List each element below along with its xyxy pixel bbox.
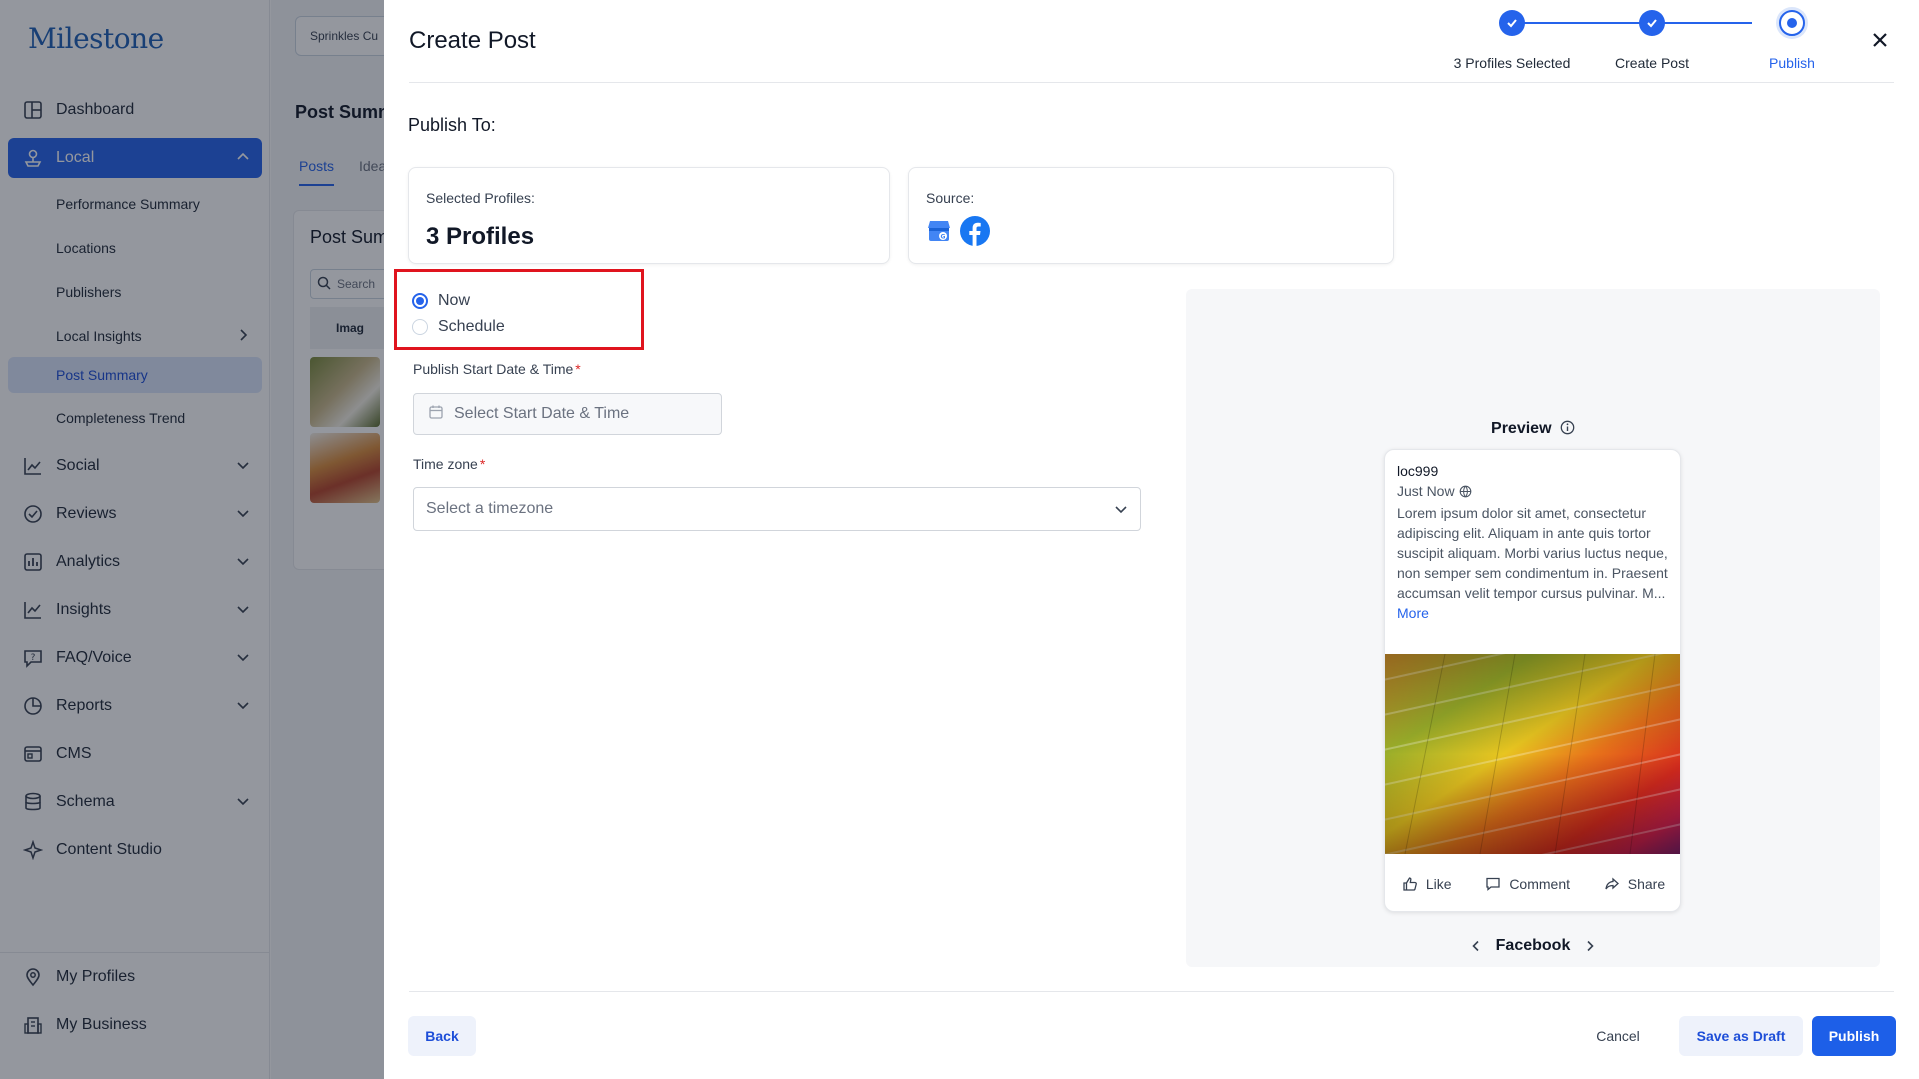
timezone-select[interactable]: Select a timezone: [413, 487, 1141, 531]
stepper-track: [1512, 22, 1752, 24]
svg-text:G: G: [941, 234, 946, 241]
comment-button[interactable]: Comment: [1485, 876, 1570, 892]
share-icon: [1605, 877, 1619, 889]
platform-name: Facebook: [1495, 937, 1571, 954]
chevron-left-icon: [1472, 940, 1479, 952]
selected-profiles-label: Selected Profiles:: [426, 190, 535, 206]
close-icon: [1873, 33, 1887, 47]
comment-icon: [1486, 877, 1500, 891]
source-card: Source: G: [908, 167, 1394, 264]
post-body: Lorem ipsum dolor sit amet, consectetur …: [1397, 505, 1668, 621]
previous-platform-button[interactable]: [1470, 940, 1482, 952]
step-done-indicator: [1499, 10, 1525, 36]
checkmark-icon: [1647, 19, 1657, 28]
save-as-draft-button[interactable]: Save as Draft: [1679, 1016, 1803, 1056]
globe-icon: [1459, 485, 1472, 498]
like-button[interactable]: Like: [1402, 876, 1452, 892]
chevron-down-icon: [1114, 502, 1128, 521]
publish-button[interactable]: Publish: [1812, 1016, 1896, 1056]
timing-option-now[interactable]: Now: [412, 292, 470, 310]
preview-panel: Preview loc999 Just Now Lorem ipsum dolo…: [1186, 289, 1880, 967]
info-icon[interactable]: [1560, 420, 1575, 440]
selected-profiles-count: 3 Profiles: [426, 223, 535, 250]
facebook-icon: [960, 216, 990, 251]
step-done-indicator: [1639, 10, 1665, 36]
share-button[interactable]: Share: [1604, 876, 1665, 892]
step-current-indicator: [1779, 10, 1805, 36]
step-label: Create Post: [1615, 55, 1689, 71]
start-date-field[interactable]: Select Start Date & Time: [413, 393, 722, 435]
preview-title: Preview: [1186, 420, 1880, 440]
facebook-post-preview: loc999 Just Now Lorem ipsum dolor sit am…: [1384, 449, 1681, 912]
cancel-button[interactable]: Cancel: [1585, 1016, 1651, 1056]
like-icon: [1403, 876, 1417, 891]
create-post-modal: Create Post 3 Profiles Selected Create P…: [384, 0, 1919, 1079]
post-image: [1385, 613, 1680, 911]
footer-divider: [409, 991, 1894, 992]
radio-now[interactable]: [412, 293, 428, 309]
source-label: Source:: [926, 190, 975, 206]
timing-option-schedule[interactable]: Schedule: [412, 318, 505, 336]
checkmark-icon: [1507, 19, 1517, 28]
header-divider: [409, 82, 1894, 83]
google-business-icon: G: [926, 219, 952, 248]
next-platform-button[interactable]: [1584, 940, 1596, 952]
profile-name: loc999: [1397, 463, 1439, 479]
close-button[interactable]: [1868, 28, 1892, 52]
post-time: Just Now: [1397, 483, 1472, 499]
step-label: 3 Profiles Selected: [1453, 55, 1571, 71]
timezone-label: Time zone *: [413, 456, 486, 472]
publish-to-label: Publish To:: [408, 115, 496, 135]
platform-switcher: Facebook: [1186, 937, 1880, 955]
step-label: Publish: [1769, 55, 1815, 71]
chevron-right-icon: [1587, 940, 1594, 952]
modal-title: Create Post: [409, 27, 536, 54]
more-link[interactable]: More: [1397, 605, 1429, 621]
start-date-label: Publish Start Date & Time *: [413, 361, 581, 377]
post-actions: Like Comment Share: [1385, 854, 1680, 911]
selected-profiles-card: Selected Profiles: 3 Profiles: [408, 167, 890, 264]
radio-schedule[interactable]: [412, 319, 428, 335]
calendar-icon: [428, 404, 444, 425]
back-button[interactable]: Back: [408, 1016, 476, 1056]
